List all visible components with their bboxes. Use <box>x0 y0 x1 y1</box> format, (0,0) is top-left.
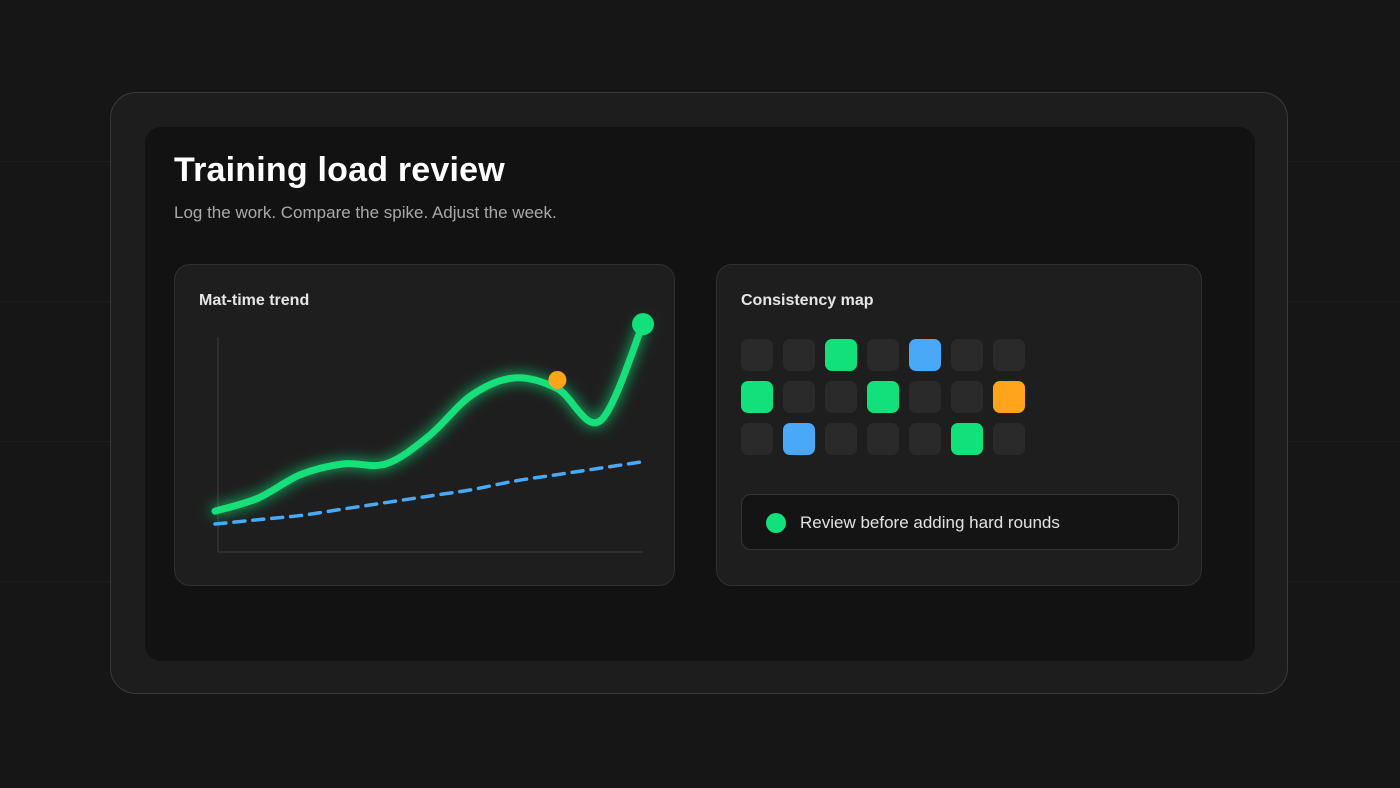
page-title: Training load review <box>174 151 505 189</box>
consistency-card-title: Consistency map <box>741 292 874 309</box>
mat-time-series-line <box>211 320 647 515</box>
consistency-cell-empty <box>783 381 815 413</box>
consistency-cell-green <box>867 381 899 413</box>
consistency-cell-empty <box>867 339 899 371</box>
consistency-cell-green <box>825 339 857 371</box>
trend-highlight-point <box>548 371 567 389</box>
consistency-cell-empty <box>825 423 857 455</box>
page-subtitle: Log the work. Compare the spike. Adjust … <box>174 203 557 222</box>
dashboard-screen: Training load review Log the work. Compa… <box>145 127 1255 661</box>
consistency-cell-empty <box>783 339 815 371</box>
consistency-cell-green <box>951 423 983 455</box>
trend-card: Mat-time trend <box>174 264 675 586</box>
consistency-cell-empty <box>741 423 773 455</box>
consistency-cell-empty <box>909 381 941 413</box>
consistency-cell-empty <box>909 423 941 455</box>
baseline-series-line <box>213 459 645 526</box>
consistency-cell-blue <box>909 339 941 371</box>
consistency-cell-empty <box>867 423 899 455</box>
consistency-cell-orange <box>993 381 1025 413</box>
consistency-grid <box>741 339 1025 455</box>
consistency-cell-empty <box>993 423 1025 455</box>
consistency-card: Consistency map Review before adding har… <box>716 264 1202 586</box>
trend-chart <box>211 313 654 553</box>
callout-text: Review before adding hard rounds <box>800 513 1060 532</box>
consistency-cell-empty <box>951 339 983 371</box>
status-dot-icon <box>766 513 786 533</box>
consistency-cell-empty <box>741 339 773 371</box>
review-callout: Review before adding hard rounds <box>741 494 1179 550</box>
consistency-cell-empty <box>951 381 983 413</box>
consistency-cell-green <box>741 381 773 413</box>
consistency-cell-empty <box>993 339 1025 371</box>
trend-highlight-point <box>632 313 654 336</box>
consistency-cell-blue <box>783 423 815 455</box>
consistency-cell-empty <box>825 381 857 413</box>
page-background: Training load review Log the work. Compa… <box>0 0 1400 788</box>
